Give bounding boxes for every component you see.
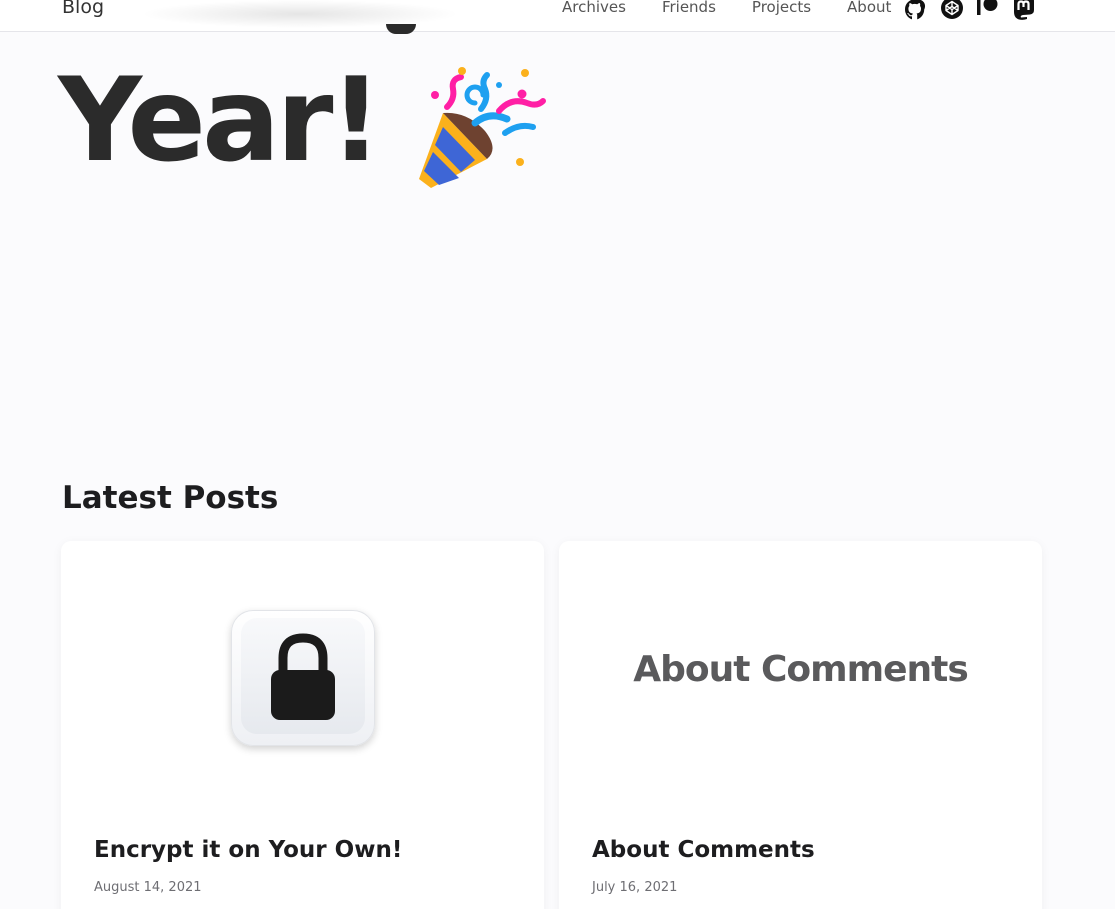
social-links bbox=[903, 0, 1037, 20]
post-title[interactable]: Encrypt it on Your Own! bbox=[94, 837, 402, 863]
hero-letter-fragment bbox=[386, 24, 416, 34]
lock-app-icon bbox=[231, 610, 375, 746]
post-date: August 14, 2021 bbox=[94, 880, 202, 895]
nav-archives[interactable]: Archives bbox=[562, 0, 626, 16]
mastodon-icon[interactable] bbox=[1011, 0, 1037, 20]
lock-icon bbox=[271, 633, 335, 720]
codepen-icon[interactable] bbox=[939, 0, 965, 20]
post-card[interactable]: About Comments About Comments July 16, 2… bbox=[559, 541, 1042, 909]
hero-title: Year! bbox=[58, 53, 382, 188]
post-card[interactable]: Encrypt it on Your Own! August 14, 2021 bbox=[61, 541, 544, 909]
cover-text: About Comments bbox=[633, 649, 969, 690]
github-icon[interactable] bbox=[903, 0, 929, 20]
nav-about[interactable]: About bbox=[847, 0, 891, 16]
section-heading-latest-posts: Latest Posts bbox=[62, 480, 279, 516]
post-title[interactable]: About Comments bbox=[592, 837, 815, 863]
nav-projects[interactable]: Projects bbox=[752, 0, 811, 16]
post-date: July 16, 2021 bbox=[592, 880, 678, 895]
patreon-icon[interactable] bbox=[975, 0, 1001, 20]
nav-friends[interactable]: Friends bbox=[662, 0, 716, 16]
party-popper-icon bbox=[419, 67, 546, 188]
brand-link[interactable]: Blog bbox=[62, 0, 104, 18]
post-cover[interactable] bbox=[61, 541, 544, 811]
post-cover[interactable]: About Comments bbox=[559, 541, 1042, 811]
main-nav: Archives Friends Projects About bbox=[562, 0, 891, 16]
